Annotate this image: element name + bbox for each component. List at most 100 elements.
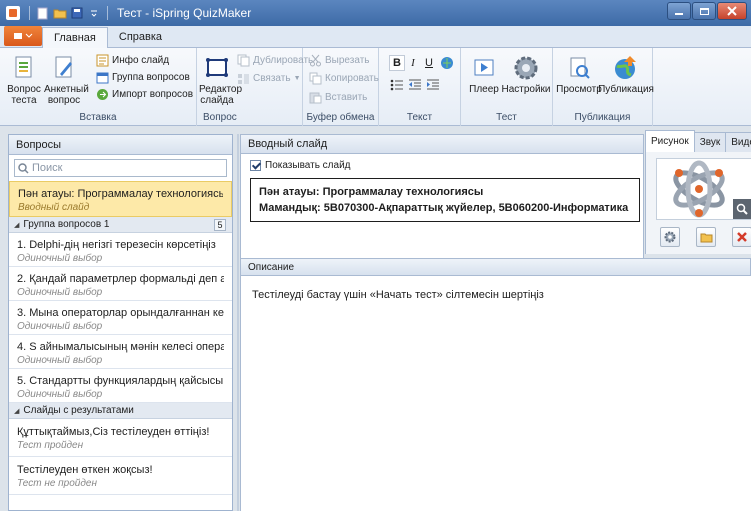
survey-icon xyxy=(55,56,72,78)
list-item-question-5[interactable]: 5. Стандартты функциялардың қайсысы Y...… xyxy=(9,369,232,403)
tab-home[interactable]: Главная xyxy=(42,27,108,48)
results-group-row[interactable]: ◢ Слайды с результатами xyxy=(9,403,232,419)
open-picture-button[interactable] xyxy=(696,227,716,247)
app-icon[interactable] xyxy=(6,6,20,20)
slide-text-line-2: Мамандық: 5В070300-Ақпараттық жүйелер, 5… xyxy=(259,202,629,214)
media-panel: Рисунок Звук Виде xyxy=(645,130,751,254)
list-item-question-2[interactable]: 2. Қандай параметрлер формальді деп ат..… xyxy=(9,267,232,301)
media-tab-bar: Рисунок Звук Виде xyxy=(645,130,751,152)
tab-video[interactable]: Виде xyxy=(725,132,751,152)
italic-button[interactable]: I xyxy=(405,55,421,71)
add-survey-button[interactable]: Анкетный вопрос xyxy=(44,54,89,106)
slide-editor-button[interactable]: Редактор слайда xyxy=(199,54,243,106)
hyperlink-icon[interactable] xyxy=(439,55,455,71)
new-document-icon[interactable] xyxy=(36,6,50,20)
panel-splitter[interactable] xyxy=(237,134,239,511)
minimize-button[interactable] xyxy=(667,2,691,20)
question-group-button[interactable]: Группа вопросов xyxy=(96,71,190,84)
slide-text-line-1: Пән атауы: Программалау технологиясы xyxy=(259,186,484,198)
publish-globe-icon xyxy=(615,56,636,79)
increase-indent-icon[interactable] xyxy=(425,77,441,93)
folder-icon xyxy=(700,233,712,242)
settings-gear-icon xyxy=(664,231,676,243)
list-item-intro-slide[interactable]: Пән атауы: Программалау технологиясы ...… xyxy=(9,181,232,217)
search-input[interactable]: Поиск xyxy=(14,159,227,177)
list-item-question-3[interactable]: 3. Мына операторлар орындалғаннан кейі..… xyxy=(9,301,232,335)
player-button[interactable]: Плеер xyxy=(467,54,501,95)
paste-label: Вставить xyxy=(325,92,368,103)
ribbon-group-publish: Просмотр Публикация Публикация xyxy=(553,48,654,126)
decrease-indent-icon[interactable] xyxy=(407,77,423,93)
delete-picture-button[interactable] xyxy=(732,227,751,247)
window-title: Тест - iSpring QuizMaker xyxy=(117,6,252,20)
question-group-row-label: Группа вопросов 1 xyxy=(23,219,110,230)
slide-text-field[interactable]: Пән атауы: Программалау технологиясы Мам… xyxy=(250,178,640,222)
file-menu-button[interactable] xyxy=(4,26,42,46)
preview-button[interactable]: Просмотр xyxy=(556,54,602,95)
question-group-row[interactable]: ◢ Группа вопросов 1 5 xyxy=(9,217,232,233)
question-title: 3. Мына операторлар орындалғаннан кейі..… xyxy=(17,307,224,319)
description-field[interactable]: Тестілеуді бастау үшін «Начать тест» сіл… xyxy=(240,276,751,511)
question-title: 5. Стандартты функциялардың қайсысы Y... xyxy=(17,375,224,387)
window-controls xyxy=(667,2,747,20)
show-slide-checkbox[interactable]: Показывать слайд xyxy=(250,160,351,171)
list-item-question-1[interactable]: 1. Delphi-дің негізгі терезесін көрсетің… xyxy=(9,233,232,267)
checkbox-checked-icon[interactable] xyxy=(250,160,261,171)
quick-access-toolbar xyxy=(26,6,111,20)
customize-qat-icon[interactable] xyxy=(87,6,101,20)
list-item-question-4[interactable]: 4. S айнымалысының мәнін келесі операт..… xyxy=(9,335,232,369)
qat-separator xyxy=(107,6,108,20)
paste-icon xyxy=(309,92,322,104)
copy-button[interactable]: Копировать xyxy=(309,72,379,85)
link-button[interactable]: Связать ▼ xyxy=(237,72,301,85)
underline-button[interactable]: U xyxy=(421,55,437,71)
paste-button[interactable]: Вставить xyxy=(309,91,367,104)
zoom-button[interactable] xyxy=(733,199,751,219)
picture-thumbnail[interactable] xyxy=(656,158,751,220)
collapse-triangle-icon[interactable]: ◢ xyxy=(14,221,19,229)
maximize-button[interactable] xyxy=(692,2,716,20)
magnifier-icon xyxy=(736,203,748,215)
copy-icon xyxy=(309,72,322,85)
duplicate-button[interactable]: Дублировать xyxy=(237,54,313,67)
list-item-result-passed[interactable]: Құттықтаймыз,Сіз тестілеуден өттіңіз! Те… xyxy=(9,419,232,457)
publish-button[interactable]: Публикация xyxy=(598,54,654,95)
question-title: 2. Қандай параметрлер формальді деп ат..… xyxy=(17,273,224,285)
questions-panel-header: Вопросы xyxy=(9,135,232,155)
ribbon-tab-bar: Главная Справка xyxy=(0,26,751,48)
group-count-badge: 5 xyxy=(214,219,226,231)
description-text: Тестілеуді бастау үшін «Начать тест» сіл… xyxy=(252,289,544,301)
bold-button[interactable]: B xyxy=(389,55,405,71)
save-icon[interactable] xyxy=(70,6,84,20)
slide-editor-label: Редактор слайда xyxy=(199,84,243,106)
info-slide-icon xyxy=(96,54,109,67)
list-item-result-failed[interactable]: Тестілеуден өткен жоқсыз! Тест не пройде… xyxy=(9,457,232,495)
result-title: Тестілеуден өткен жоқсыз! xyxy=(17,464,153,476)
link-label: Связать xyxy=(253,73,291,84)
question-group-label: Группа вопросов xyxy=(112,72,190,83)
close-button[interactable] xyxy=(717,2,747,20)
question-title: 1. Delphi-дің негізгі терезесін көрсетің… xyxy=(17,239,216,251)
copy-label: Копировать xyxy=(325,73,379,84)
cut-button[interactable]: Вырезать xyxy=(309,54,369,67)
add-question-button[interactable]: Вопрос теста xyxy=(4,54,44,106)
description-header-label: Описание xyxy=(248,261,295,273)
ribbon: Вопрос теста Анкетный вопрос Инфо слайд … xyxy=(0,48,751,126)
search-icon xyxy=(18,162,29,174)
tab-help[interactable]: Справка xyxy=(108,27,173,47)
tab-sound[interactable]: Звук xyxy=(693,132,727,152)
cut-label: Вырезать xyxy=(325,55,370,66)
bullet-list-icon[interactable] xyxy=(389,77,405,93)
picture-settings-button[interactable] xyxy=(660,227,680,247)
open-folder-icon[interactable] xyxy=(53,6,67,20)
collapse-triangle-icon[interactable]: ◢ xyxy=(14,407,19,415)
settings-button[interactable]: Настройки xyxy=(501,54,551,95)
result-status: Тест пройден xyxy=(17,440,84,451)
player-icon xyxy=(474,59,494,76)
insert-group-label: Вставка xyxy=(79,112,117,123)
question-type: Одиночный выбор xyxy=(17,287,103,298)
import-questions-button[interactable]: Импорт вопросов xyxy=(96,88,193,101)
info-slide-button[interactable]: Инфо слайд xyxy=(96,54,169,67)
qat-separator xyxy=(29,6,30,20)
tab-picture[interactable]: Рисунок xyxy=(645,130,695,152)
